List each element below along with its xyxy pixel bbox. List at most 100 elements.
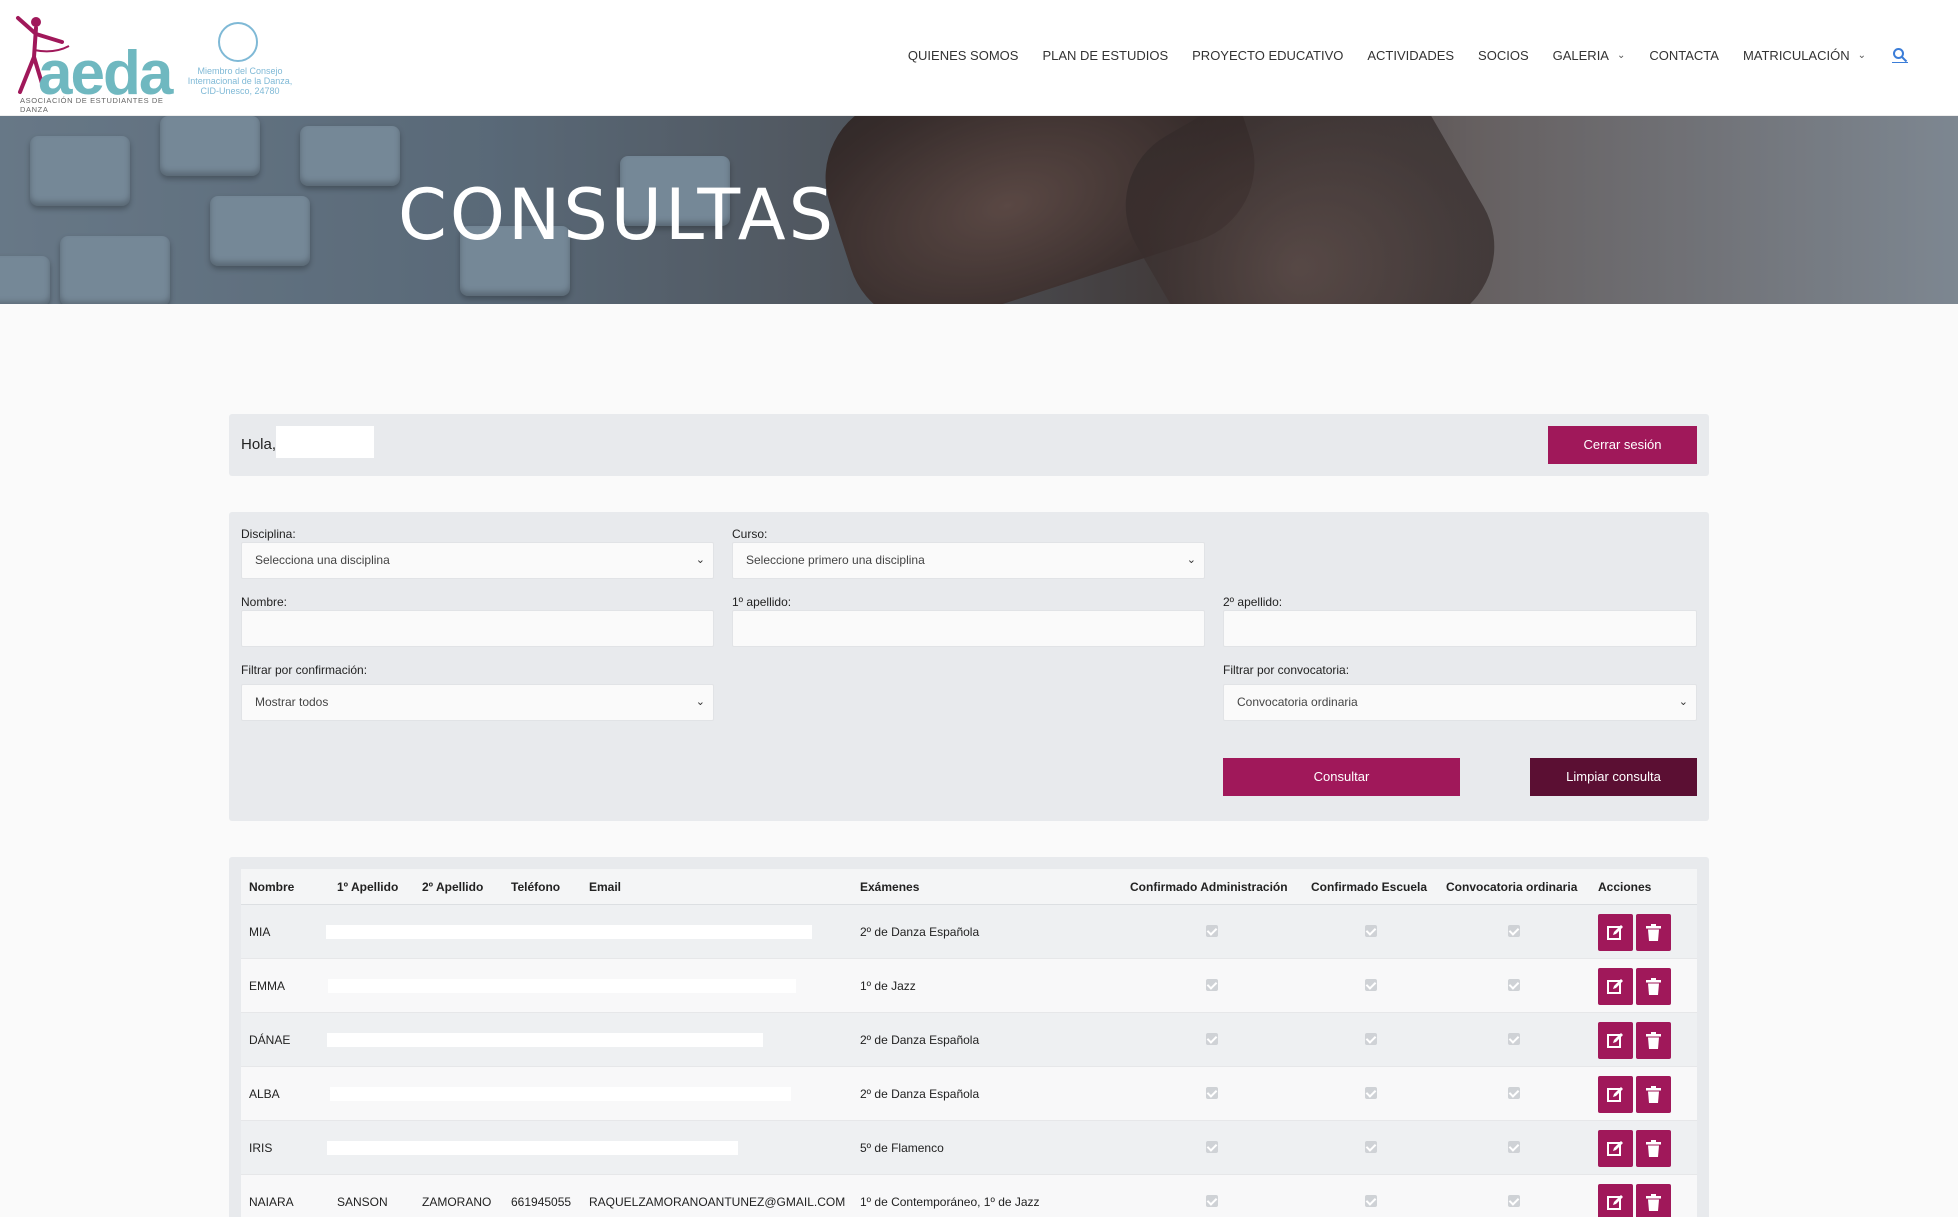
delete-button[interactable] [1636, 1022, 1671, 1059]
table-row: ALBA 2º de Danza Española [241, 1067, 1697, 1121]
th-apellido2[interactable]: 2º Apellido [422, 880, 483, 894]
checkbox-confirmado-escuela[interactable] [1365, 925, 1377, 937]
edit-icon [1607, 979, 1623, 994]
redacted-block [327, 1033, 763, 1047]
delete-button[interactable] [1636, 1130, 1671, 1167]
nombre-input[interactable] [241, 610, 714, 647]
curso-select[interactable]: Seleccione primero una disciplina ⌄ [732, 542, 1205, 579]
edit-button[interactable] [1598, 1130, 1633, 1167]
curso-label: Curso: [732, 527, 768, 541]
delete-button[interactable] [1636, 914, 1671, 951]
chevron-down-icon: ⌄ [695, 696, 705, 708]
checkbox-confirmado-administracion[interactable] [1206, 979, 1218, 991]
nav-proyecto-educativo[interactable]: PROYECTO EDUCATIVO [1192, 48, 1343, 63]
hero-banner: CONSULTAS [0, 116, 1958, 304]
greeting-panel: Hola, Cerrar sesión [229, 414, 1709, 476]
consultar-button[interactable]: Consultar [1223, 758, 1460, 796]
redacted-block [330, 1087, 791, 1101]
checkbox-confirmado-administracion[interactable] [1206, 1195, 1218, 1207]
nav-plan-de-estudios[interactable]: PLAN DE ESTUDIOS [1042, 48, 1168, 63]
nav-matriculacion[interactable]: MATRICULACIÓN ⌄ [1743, 48, 1866, 63]
page-title: CONSULTAS [398, 174, 837, 256]
results-panel: Nombre 1º Apellido 2º Apellido Teléfono … [229, 857, 1709, 1217]
cid-unesco-logo[interactable]: Miembro del Consejo Internacional de la … [185, 22, 295, 98]
checkbox-convocatoria-ordinaria[interactable] [1508, 1087, 1520, 1099]
user-name-redacted [276, 426, 374, 458]
trash-icon [1646, 978, 1661, 995]
edit-icon [1607, 1195, 1623, 1210]
checkbox-confirmado-escuela[interactable] [1365, 1141, 1377, 1153]
nav-actividades[interactable]: ACTIVIDADES [1367, 48, 1454, 63]
confirmacion-select[interactable]: Mostrar todos ⌄ [241, 684, 714, 721]
th-confirmado-escuela[interactable]: Confirmado Escuela [1311, 880, 1427, 894]
apellido1-input[interactable] [732, 610, 1205, 647]
nav-quienes-somos[interactable]: QUIENES SOMOS [908, 48, 1019, 63]
edit-button[interactable] [1598, 914, 1633, 951]
checkbox-convocatoria-ordinaria[interactable] [1508, 979, 1520, 991]
logout-button[interactable]: Cerrar sesión [1548, 426, 1697, 464]
redacted-block [326, 925, 812, 939]
globe-icon [218, 22, 258, 62]
delete-button[interactable] [1636, 1076, 1671, 1113]
redacted-block [328, 979, 796, 993]
checkbox-confirmado-administracion[interactable] [1206, 1087, 1218, 1099]
checkbox-confirmado-administracion[interactable] [1206, 925, 1218, 937]
redacted-block [327, 1141, 738, 1155]
chevron-down-icon: ⌄ [695, 554, 705, 566]
table-row: IRIS 5º de Flamenco [241, 1121, 1697, 1175]
trash-icon [1646, 1194, 1661, 1211]
nombre-label: Nombre: [241, 595, 288, 609]
search-icon[interactable] [1892, 47, 1908, 63]
th-apellido1[interactable]: 1º Apellido [337, 880, 398, 894]
delete-button[interactable] [1636, 968, 1671, 1005]
chevron-down-icon: ⌄ [1186, 554, 1196, 566]
th-examenes[interactable]: Exámenes [860, 880, 919, 894]
edit-button[interactable] [1598, 968, 1633, 1005]
limpiar-consulta-button[interactable]: Limpiar consulta [1530, 758, 1697, 796]
nav-galeria[interactable]: GALERIA ⌄ [1553, 48, 1626, 63]
chevron-down-icon: ⌄ [1616, 49, 1626, 61]
th-email[interactable]: Email [589, 880, 621, 894]
checkbox-confirmado-escuela[interactable] [1365, 979, 1377, 991]
disciplina-select[interactable]: Selecciona una disciplina ⌄ [241, 542, 714, 579]
cell-examenes: 1º de Jazz [860, 979, 916, 993]
site-header: aeda ASOCIACIÓN DE ESTUDIANTES DE DANZA … [0, 0, 1958, 116]
table-row: EMMA 1º de Jazz [241, 959, 1697, 1013]
checkbox-confirmado-escuela[interactable] [1365, 1033, 1377, 1045]
aeda-logo[interactable]: aeda ASOCIACIÓN DE ESTUDIANTES DE DANZA [10, 12, 180, 114]
checkbox-convocatoria-ordinaria[interactable] [1508, 1141, 1520, 1153]
th-telefono[interactable]: Teléfono [511, 880, 560, 894]
chevron-down-icon: ⌄ [1857, 49, 1866, 61]
table-row: MIA 2º de Danza Española [241, 905, 1697, 959]
cell-email: RAQUELZAMORANOANTUNEZ@GMAIL.COM [589, 1195, 846, 1209]
edit-button[interactable] [1598, 1184, 1633, 1217]
cell-examenes: 2º de Danza Española [860, 1033, 980, 1047]
edit-button[interactable] [1598, 1076, 1633, 1113]
filters-panel: Disciplina: Selecciona una disciplina ⌄ C… [229, 512, 1709, 821]
checkbox-confirmado-administracion[interactable] [1206, 1033, 1218, 1045]
checkbox-confirmado-escuela[interactable] [1365, 1087, 1377, 1099]
main-nav: QUIENES SOMOS PLAN DE ESTUDIOS PROYECTO … [884, 47, 1908, 63]
cell-examenes: 5º de Flamenco [860, 1141, 944, 1155]
cell-examenes: 2º de Danza Española [860, 1087, 980, 1101]
th-nombre[interactable]: Nombre [249, 880, 294, 894]
checkbox-convocatoria-ordinaria[interactable] [1508, 1195, 1520, 1207]
checkbox-convocatoria-ordinaria[interactable] [1508, 1033, 1520, 1045]
cell-examenes: 1º de Contemporáneo, 1º de Jazz [860, 1195, 1040, 1209]
checkbox-convocatoria-ordinaria[interactable] [1508, 925, 1520, 937]
nav-socios[interactable]: SOCIOS [1478, 48, 1529, 63]
th-confirmado-administracion[interactable]: Confirmado Administración [1130, 880, 1288, 894]
th-convocatoria-ordinaria[interactable]: Convocatoria ordinaria [1446, 880, 1577, 894]
cell-nombre: MIA [249, 925, 271, 939]
checkbox-confirmado-administracion[interactable] [1206, 1141, 1218, 1153]
checkbox-confirmado-escuela[interactable] [1365, 1195, 1377, 1207]
table-header: Nombre 1º Apellido 2º Apellido Teléfono … [241, 869, 1697, 905]
edit-button[interactable] [1598, 1022, 1633, 1059]
nav-contacta[interactable]: CONTACTA [1649, 48, 1719, 63]
delete-button[interactable] [1636, 1184, 1671, 1217]
cell-nombre: ALBA [249, 1087, 280, 1101]
cell-telefono: 661945055 [511, 1195, 572, 1209]
apellido2-input[interactable] [1223, 610, 1697, 647]
logo-subtitle: ASOCIACIÓN DE ESTUDIANTES DE DANZA [20, 96, 164, 114]
convocatoria-select[interactable]: Convocatoria ordinaria ⌄ [1223, 684, 1697, 721]
